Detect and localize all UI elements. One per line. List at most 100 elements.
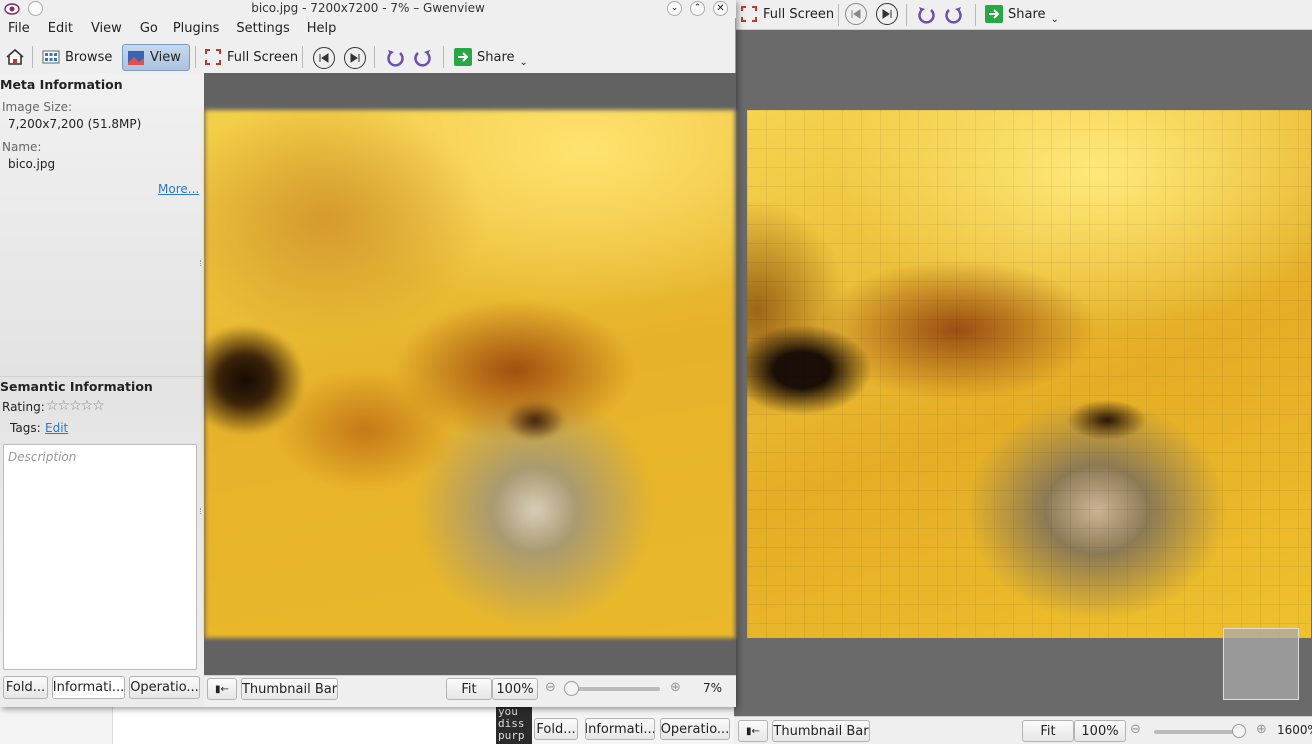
back-next-icon[interactable] bbox=[876, 3, 898, 25]
back-share-label: Share bbox=[1008, 6, 1046, 22]
fit-button[interactable]: Fit bbox=[446, 678, 492, 700]
name-label: Name: bbox=[2, 140, 42, 154]
menu-help[interactable]: Help bbox=[307, 21, 337, 41]
tab-operations[interactable]: Operatio... bbox=[129, 676, 200, 699]
zoom-handle[interactable] bbox=[563, 681, 579, 696]
fullscreen-icon bbox=[741, 6, 757, 22]
back-thumbnail-label: Thumbnail Bar bbox=[773, 723, 869, 739]
fullscreen-label: Full Screen bbox=[227, 49, 299, 65]
back-rotate-left-icon[interactable] bbox=[915, 4, 937, 26]
tab-operations-label: Operatio... bbox=[130, 680, 199, 695]
back-rotate-right-icon[interactable] bbox=[943, 4, 965, 26]
name-value: bico.jpg bbox=[8, 157, 56, 171]
rotate-left-icon[interactable] bbox=[384, 47, 406, 69]
back-window: Full Screen Share ⌄ ▮← Thumbnail Bar Fit… bbox=[734, 0, 1312, 744]
sidebar-toggle[interactable]: ▮← bbox=[207, 678, 237, 700]
menu-edit[interactable]: Edit bbox=[48, 21, 73, 41]
rotate-right-icon[interactable] bbox=[412, 47, 434, 69]
share-icon bbox=[454, 48, 472, 66]
window-title: bico.jpg - 7200x7200 - 7% – Gwenview bbox=[251, 1, 485, 15]
image-size-value: 7,200x7,200 (51.8MP) bbox=[8, 117, 142, 131]
rating-stars[interactable]: ☆☆☆☆☆ bbox=[46, 398, 105, 414]
zoom-slider[interactable] bbox=[568, 687, 660, 691]
meta-heading: Meta Information bbox=[0, 77, 123, 92]
background-document bbox=[112, 706, 496, 744]
fullscreen-button[interactable]: Full Screen bbox=[200, 44, 302, 70]
zoom-100-label: 100% bbox=[496, 681, 534, 697]
back-100-label: 100% bbox=[1081, 723, 1119, 739]
menu-bar: File Edit View Go Plugins Settings Help bbox=[0, 21, 336, 41]
zoom-out-icon[interactable]: ⊖ bbox=[1130, 722, 1141, 737]
back-fullscreen-label: Full Screen bbox=[763, 6, 835, 22]
back-tab-information[interactable]: Informati... bbox=[585, 718, 655, 740]
image-size-label: Image Size: bbox=[2, 100, 73, 114]
description-placeholder: Description bbox=[8, 450, 77, 464]
image-viewer bbox=[204, 73, 736, 675]
back-share-button[interactable]: Share ⌄ bbox=[981, 1, 1063, 27]
zoom-out-icon[interactable]: ⊖ bbox=[545, 680, 556, 695]
menu-plugins[interactable]: Plugins bbox=[173, 21, 220, 41]
maximize-icon[interactable]: ⌃ bbox=[690, 1, 705, 16]
browse-button[interactable]: Browse bbox=[38, 44, 116, 70]
view-button[interactable]: View bbox=[122, 44, 190, 71]
close-icon[interactable]: ✕ bbox=[713, 1, 728, 16]
semantic-heading: Semantic Information bbox=[0, 379, 153, 394]
share-button[interactable]: Share ⌄ bbox=[450, 44, 532, 70]
back-100-button[interactable]: 100% bbox=[1074, 720, 1126, 742]
gwenview-window: bico.jpg - 7200x7200 - 7% – Gwenview ⌄ ⌃… bbox=[0, 0, 736, 707]
tab-folders-label: Fold... bbox=[5, 680, 46, 695]
back-fullscreen-button[interactable]: Full Screen bbox=[736, 1, 838, 27]
back-previous-icon[interactable] bbox=[845, 3, 867, 25]
terminal: you diss purp bbox=[496, 706, 532, 744]
chevron-down-icon: ⌄ bbox=[519, 56, 528, 68]
tab-information[interactable]: Informati... bbox=[52, 676, 125, 699]
zoom-value: 7% bbox=[703, 681, 723, 695]
zoomed-image bbox=[747, 110, 1311, 638]
previous-icon[interactable] bbox=[313, 47, 335, 69]
zoom-in-icon[interactable]: ⊕ bbox=[1256, 722, 1267, 737]
thumbnail-label: Thumbnail Bar bbox=[241, 681, 338, 697]
description-field[interactable]: Description bbox=[3, 444, 197, 670]
chevron-down-icon: ⌄ bbox=[1050, 13, 1059, 25]
menu-go[interactable]: Go bbox=[140, 21, 158, 41]
fullscreen-icon bbox=[205, 49, 221, 65]
next-icon[interactable] bbox=[344, 47, 366, 69]
view-label: View bbox=[150, 50, 181, 65]
terminal-line: purp bbox=[498, 729, 525, 742]
back-tab-operations[interactable]: Operatio... bbox=[660, 718, 730, 740]
grid-icon bbox=[42, 50, 60, 64]
rating-label: Rating: bbox=[2, 400, 45, 414]
sidebar: Meta Information Image Size: 7,200x7,200… bbox=[0, 73, 204, 675]
back-tab-label: Informati... bbox=[585, 721, 655, 737]
tags-label: Tags: bbox=[10, 421, 41, 435]
back-zoom-value: 1600% bbox=[1277, 723, 1312, 737]
image-icon bbox=[128, 50, 144, 65]
browse-label: Browse bbox=[65, 49, 113, 65]
back-thumbnail-bar-button[interactable]: Thumbnail Bar bbox=[772, 720, 870, 742]
tab-folders[interactable]: Fold... bbox=[3, 676, 48, 699]
more-link[interactable]: More... bbox=[158, 182, 199, 196]
minimize-icon[interactable]: ⌄ bbox=[667, 1, 682, 16]
share-label: Share bbox=[477, 49, 515, 65]
back-sidebar-toggle[interactable]: ▮← bbox=[738, 720, 768, 742]
zoom-100-button[interactable]: 100% bbox=[492, 678, 538, 700]
fit-label: Fit bbox=[461, 681, 477, 697]
navigator-overlay[interactable] bbox=[1223, 628, 1299, 700]
tab-information-label: Informati... bbox=[52, 680, 125, 695]
back-tab-label: Operatio... bbox=[660, 721, 730, 737]
blurred-image bbox=[205, 110, 735, 638]
menu-view[interactable]: View bbox=[91, 21, 122, 41]
title-bar: bico.jpg - 7200x7200 - 7% – Gwenview ⌄ ⌃… bbox=[0, 0, 736, 18]
back-tab-label: Fold... bbox=[536, 721, 576, 737]
back-tab-folders[interactable]: Fold... bbox=[534, 718, 578, 740]
back-fit-button[interactable]: Fit bbox=[1022, 720, 1074, 742]
menu-file[interactable]: File bbox=[8, 21, 30, 41]
home-icon[interactable] bbox=[5, 47, 25, 67]
share-icon bbox=[985, 5, 1003, 23]
zoom-in-icon[interactable]: ⊕ bbox=[670, 680, 681, 695]
tags-edit-link[interactable]: Edit bbox=[45, 421, 68, 435]
back-zoom-slider[interactable] bbox=[1154, 730, 1242, 734]
thumbnail-bar-button[interactable]: Thumbnail Bar bbox=[241, 678, 338, 700]
menu-settings[interactable]: Settings bbox=[236, 21, 289, 41]
back-fit-label: Fit bbox=[1040, 723, 1056, 739]
